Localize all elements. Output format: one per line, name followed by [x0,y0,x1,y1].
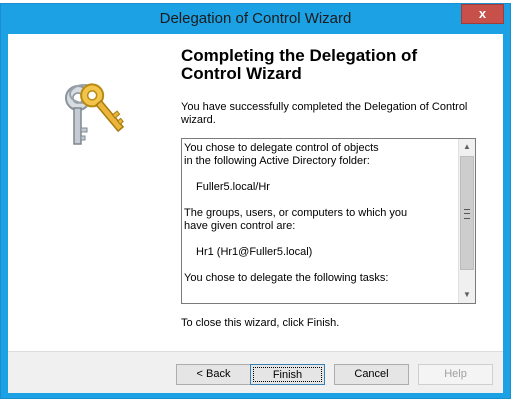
help-button[interactable]: Help [418,364,493,385]
summary-folder: Fuller5.local/Hr [196,181,270,193]
close-icon: x [478,6,487,21]
summary-line: have given control are: [184,220,296,232]
wizard-window: Delegation of Control Wizard x Completin… [0,3,511,399]
vertical-scrollbar[interactable]: ▲ ▼ [458,139,475,303]
button-bar: < Back Finish Cancel Help [8,352,503,393]
summary-line: The groups, users, or computers to which… [184,207,408,219]
keys-icon [65,83,125,145]
completion-description: You have successfully completed the Dele… [181,101,468,126]
wizard-client-area: Completing the Delegation of Control Wiz… [8,34,503,393]
window-title: Delegation of Control Wizard [159,10,352,27]
scroll-down-arrow-icon[interactable]: ▼ [459,287,475,303]
close-button[interactable]: x [461,4,504,24]
wizard-content: Completing the Delegation of Control Wiz… [171,34,503,351]
scroll-thumb[interactable] [460,156,474,270]
summary-text: You chose to delegate control of objects… [184,142,454,285]
summary-line: in the following Active Directory folder… [184,155,370,167]
title-bar[interactable]: Delegation of Control Wizard x [1,4,510,34]
back-button[interactable]: < Back [176,364,251,385]
summary-line: You chose to delegate control of objects [184,142,379,154]
summary-principal: Hr1 (Hr1@Fuller5.local) [196,246,313,258]
page-title: Completing the Delegation of Control Wiz… [181,46,418,83]
scroll-up-arrow-icon[interactable]: ▲ [459,139,475,155]
cancel-button[interactable]: Cancel [334,364,409,385]
finish-button-label: Finish [253,367,322,382]
summary-line: You chose to delegate the following task… [184,272,389,284]
finish-button[interactable]: Finish [250,364,325,385]
wizard-side-panel [8,34,171,351]
finish-instruction: To close this wizard, click Finish. [181,317,340,329]
grip-icon [464,209,470,219]
summary-textbox[interactable]: You chose to delegate control of objects… [181,138,476,304]
